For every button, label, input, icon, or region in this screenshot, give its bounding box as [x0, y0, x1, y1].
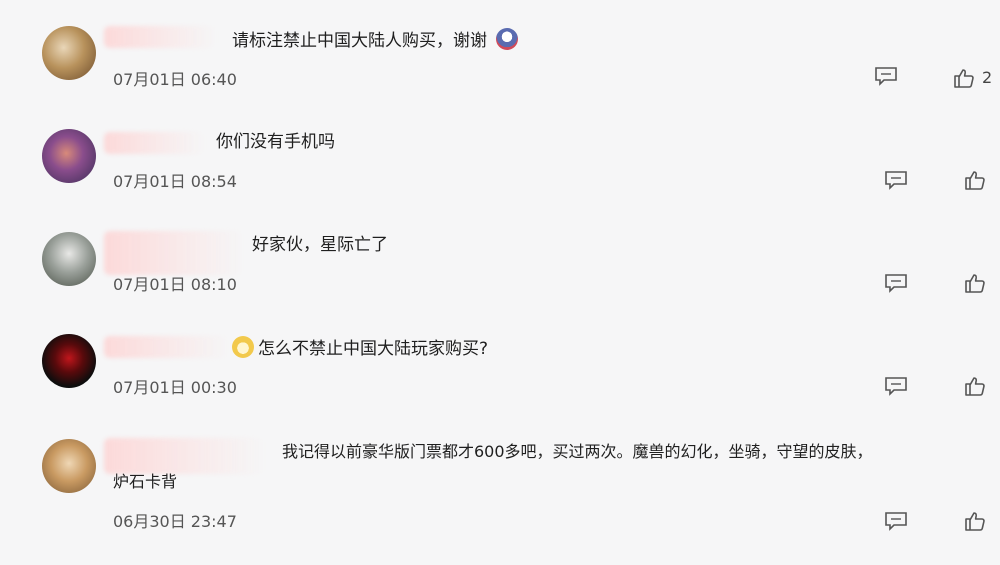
- reply-icon: [885, 171, 907, 190]
- reply-button[interactable]: [882, 374, 910, 398]
- username-blurred[interactable]: [104, 231, 244, 275]
- comment-text-line1: 我记得以前豪华版门票都才600多吧，买过两次。魔兽的幻化，坐骑，守望的皮肤，: [282, 442, 873, 461]
- thumbs-up-icon: [954, 69, 974, 88]
- comment-text: 你们没有手机吗: [216, 132, 335, 152]
- thumbs-up-icon: [965, 171, 985, 190]
- comment-item: 好家伙，星际亡了 07月01日 08:10: [0, 205, 1000, 305]
- like-button[interactable]: [961, 168, 989, 192]
- comment-item: 怎么不禁止中国大陆玩家购买? 07月01日 00:30: [0, 308, 1000, 408]
- username-blurred[interactable]: [104, 26, 216, 48]
- like-button[interactable]: [961, 374, 989, 398]
- like-button[interactable]: [950, 66, 978, 90]
- avatar[interactable]: [42, 26, 96, 80]
- comment-item: 你们没有手机吗 07月01日 08:54: [0, 102, 1000, 202]
- username-blurred[interactable]: [104, 132, 204, 154]
- thumbs-up-icon: [965, 274, 985, 293]
- reply-icon: [885, 377, 907, 396]
- reply-icon: [875, 67, 897, 86]
- comment-text-line2: 炉石卡背: [113, 472, 178, 491]
- comment-text: 好家伙，星际亡了: [252, 235, 388, 255]
- like-button[interactable]: [961, 271, 989, 295]
- thumbs-up-icon: [965, 512, 985, 531]
- comment-time: 06月30日 23:47: [113, 512, 237, 531]
- comment-text-content: 请标注禁止中国大陆人购买，谢谢: [232, 31, 487, 51]
- reply-icon: [885, 512, 907, 531]
- avatar[interactable]: [42, 232, 96, 286]
- reply-button[interactable]: [882, 509, 910, 533]
- comment-item: 请标注禁止中国大陆人购买，谢谢 07月01日 06:40 2: [0, 0, 1000, 100]
- username-blurred[interactable]: [104, 438, 264, 474]
- reply-icon: [885, 274, 907, 293]
- avatar[interactable]: [42, 129, 96, 183]
- comment-time: 07月01日 00:30: [113, 378, 237, 397]
- comment-time: 07月01日 08:10: [113, 275, 237, 294]
- comment-time: 07月01日 08:54: [113, 172, 237, 191]
- comment-text: 怎么不禁止中国大陆玩家购买?: [232, 336, 488, 361]
- reply-button[interactable]: [882, 168, 910, 192]
- reply-button[interactable]: [872, 64, 900, 88]
- like-count: 2: [982, 68, 993, 87]
- comment-text-content: 怎么不禁止中国大陆玩家购买?: [258, 339, 489, 359]
- avatar[interactable]: [42, 439, 96, 493]
- username-blurred[interactable]: [104, 336, 228, 358]
- reply-button[interactable]: [882, 271, 910, 295]
- like-button[interactable]: [961, 509, 989, 533]
- comment-text: 请标注禁止中国大陆人购买，谢谢: [232, 28, 519, 53]
- thumbs-up-icon: [965, 377, 985, 396]
- comment-feed: 请标注禁止中国大陆人购买，谢谢 07月01日 06:40 2 你们没有手机吗 0…: [0, 0, 1000, 565]
- avatar[interactable]: [42, 334, 96, 388]
- comment-time: 07月01日 06:40: [113, 70, 237, 89]
- cat-face-icon: [232, 336, 254, 358]
- comment-item: 我记得以前豪华版门票都才600多吧，买过两次。魔兽的幻化，坐骑，守望的皮肤， 炉…: [0, 412, 1000, 565]
- laughing-face-icon: [496, 28, 519, 50]
